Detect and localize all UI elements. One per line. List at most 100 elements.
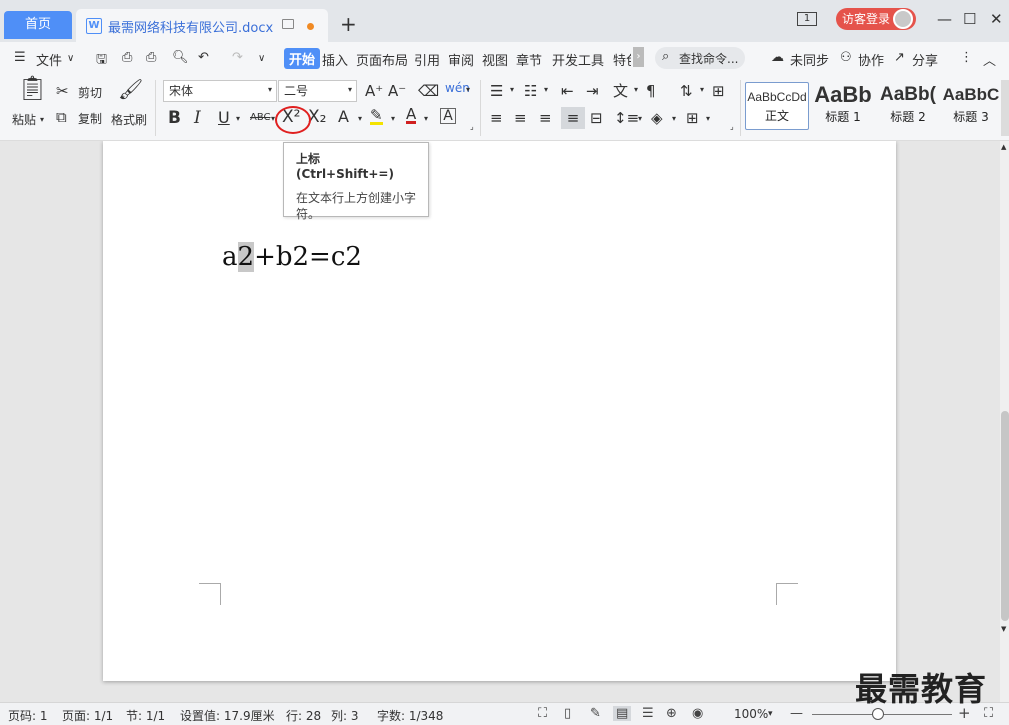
edit-mode-icon[interactable]: ✎: [590, 706, 601, 721]
share-button[interactable]: 分享: [912, 50, 938, 69]
cut-button[interactable]: 剪切: [78, 84, 102, 101]
chevron-down-icon[interactable]: ▾: [358, 114, 362, 123]
fullscreen-icon[interactable]: ⛶: [538, 706, 547, 721]
zoom-level[interactable]: 100%: [734, 707, 768, 721]
chevron-down-icon[interactable]: ▾: [634, 85, 638, 94]
status-pages[interactable]: 页面: 1/1: [62, 707, 113, 724]
decrease-indent-icon[interactable]: ⇤: [561, 82, 574, 100]
align-left-icon[interactable]: ≡: [490, 109, 503, 127]
paste-button-label[interactable]: 粘贴: [12, 111, 36, 128]
status-setting[interactable]: 设置值: 17.9厘米: [180, 707, 275, 724]
outline-view-icon[interactable]: ☰: [642, 706, 654, 721]
menu-section[interactable]: 章节: [516, 50, 542, 69]
status-section[interactable]: 节: 1/1: [126, 707, 165, 724]
status-row[interactable]: 行: 28: [286, 707, 321, 724]
reading-mode-icon[interactable]: ▯: [564, 706, 571, 721]
chevron-down-icon[interactable]: ▾: [268, 85, 272, 94]
collapse-ribbon-icon[interactable]: ︿: [983, 50, 996, 69]
eye-protection-icon[interactable]: ◉: [692, 706, 703, 721]
document-page[interactable]: a2+b2=c2: [103, 141, 896, 681]
sort-icon[interactable]: ⇅: [680, 82, 693, 100]
menu-review[interactable]: 审阅: [448, 50, 474, 69]
paragraph-settings-icon[interactable]: ⌟: [730, 122, 734, 131]
menu-developer[interactable]: 开发工具: [552, 50, 604, 69]
zoom-chevron-icon[interactable]: ▾: [768, 709, 773, 719]
hamburger-icon[interactable]: ☰: [14, 50, 26, 65]
chevron-down-icon[interactable]: ▾: [700, 85, 704, 94]
chevron-down-icon[interactable]: ▾: [510, 85, 514, 94]
text-before-selection[interactable]: a: [222, 242, 238, 272]
undo-icon[interactable]: ↶: [198, 50, 209, 65]
save-icon[interactable]: 🖫: [96, 50, 107, 72]
print-preview-icon[interactable]: 🔍︎: [172, 50, 189, 65]
chevron-down-icon[interactable]: ▾: [348, 85, 352, 94]
style-heading-3[interactable]: AaBbC 标题 3: [942, 82, 1000, 130]
chevron-down-icon[interactable]: ▾: [544, 85, 548, 94]
increase-font-icon[interactable]: A⁺: [365, 82, 383, 100]
menu-view[interactable]: 视图: [482, 50, 508, 69]
style-heading-2[interactable]: AaBb( 标题 2: [877, 82, 939, 130]
document-text[interactable]: a2+b2=c2: [222, 242, 362, 272]
text-effect-icon[interactable]: A: [338, 108, 349, 126]
shading-icon[interactable]: ◈: [651, 109, 663, 127]
customize-chevron-icon[interactable]: ∨: [258, 53, 265, 64]
status-word-count[interactable]: 字数: 1/348: [377, 707, 443, 724]
print-icon[interactable]: ⎙: [146, 50, 156, 65]
selected-text[interactable]: 2: [237, 242, 255, 272]
avatar[interactable]: [893, 9, 913, 29]
style-normal[interactable]: AaBbCcDd 正文: [745, 82, 809, 130]
search-command-input[interactable]: ⌕ 查找命令...: [655, 47, 745, 69]
decrease-font-icon[interactable]: A⁻: [388, 82, 406, 100]
italic-icon[interactable]: I: [194, 109, 201, 127]
new-tab-button[interactable]: +: [340, 12, 357, 36]
scroll-thumb[interactable]: [1001, 411, 1009, 621]
char-border-icon[interactable]: A: [440, 108, 456, 124]
sync-status[interactable]: 未同步: [790, 50, 829, 69]
ruler-icon[interactable]: ⊞: [712, 82, 725, 100]
collab-button[interactable]: 协作: [858, 50, 884, 69]
text-after-selection[interactable]: +b2=c2: [254, 242, 362, 272]
chevron-down-icon[interactable]: ▾: [672, 114, 676, 123]
bold-icon[interactable]: B: [168, 109, 181, 127]
export-icon[interactable]: ⎙: [122, 50, 132, 65]
menu-features[interactable]: 特色: [613, 50, 631, 69]
borders-icon[interactable]: ⊞: [686, 109, 699, 127]
clear-format-icon[interactable]: ⌫: [418, 82, 439, 100]
minimize-icon[interactable]: —: [937, 10, 952, 28]
format-painter-button[interactable]: 格式刷: [111, 111, 147, 128]
distributed-icon[interactable]: ⊟: [590, 109, 603, 127]
chevron-down-icon[interactable]: ▾: [638, 114, 642, 123]
bullet-list-icon[interactable]: ☰: [490, 82, 503, 100]
page-view-icon[interactable]: ▤: [613, 706, 632, 721]
font-color-icon[interactable]: A: [406, 107, 417, 124]
zoom-out-icon[interactable]: —: [790, 706, 803, 721]
monitor-icon[interactable]: [282, 19, 294, 29]
chevron-down-icon[interactable]: ∨: [67, 53, 74, 64]
menu-references[interactable]: 引用: [414, 50, 440, 69]
chevron-down-icon[interactable]: ▾: [706, 114, 710, 123]
format-painter-icon[interactable]: 🖌︎: [118, 79, 143, 99]
more-options-icon[interactable]: ⋮: [960, 50, 973, 65]
status-column[interactable]: 列: 3: [331, 707, 359, 724]
chevron-down-icon[interactable]: ▾: [466, 85, 470, 94]
align-right-icon[interactable]: ≡: [539, 109, 552, 127]
highlight-icon[interactable]: ✎: [370, 108, 383, 125]
copy-icon[interactable]: ⧉: [56, 108, 67, 126]
styles-scroll[interactable]: [1001, 80, 1009, 136]
tab-document[interactable]: W 最需网络科技有限公司.docx: [76, 9, 328, 42]
chevron-down-icon[interactable]: ▾: [424, 114, 428, 123]
underline-icon[interactable]: U: [218, 109, 230, 127]
style-heading-1[interactable]: AaBb 标题 1: [812, 82, 874, 130]
font-size-select[interactable]: 二号: [278, 80, 357, 102]
justify-icon[interactable]: ≡: [561, 107, 585, 129]
copy-button[interactable]: 复制: [78, 110, 102, 127]
scroll-up-icon[interactable]: ▲: [1001, 143, 1006, 151]
menu-file[interactable]: 文件: [36, 50, 62, 69]
font-name-select[interactable]: 宋体: [163, 80, 277, 102]
align-center-icon[interactable]: ≡: [514, 109, 527, 127]
increase-indent-icon[interactable]: ⇥: [586, 82, 599, 100]
vertical-scrollbar[interactable]: ▲ ▼: [1000, 141, 1009, 702]
chevron-down-icon[interactable]: ▾: [391, 114, 395, 123]
web-view-icon[interactable]: ⊕: [666, 706, 677, 721]
status-page-number[interactable]: 页码: 1: [8, 707, 48, 724]
